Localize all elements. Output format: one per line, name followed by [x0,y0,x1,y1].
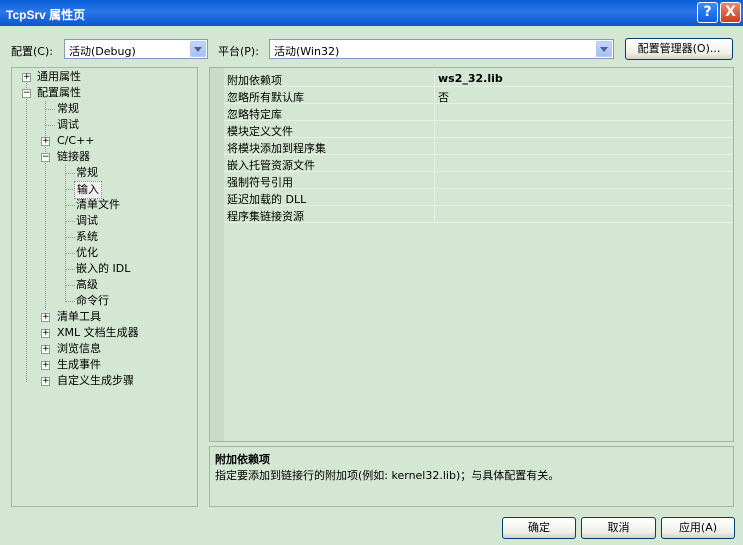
platform-select[interactable]: 活动(Win32) [269,39,614,59]
property-name: 延迟加载的 DLL [227,193,307,206]
tree-item-linker-advanced[interactable]: 高级 [76,277,98,293]
column-divider [434,104,435,121]
expand-icon[interactable]: + [41,313,50,322]
tree-item-linker-optimization[interactable]: 优化 [76,245,98,261]
property-row[interactable]: 程序集链接资源 [224,206,733,223]
config-label: 配置(C): [11,45,53,58]
tree-item-manifest-tool[interactable]: 清单工具 [57,309,101,325]
column-divider [434,70,435,87]
property-row[interactable]: 忽略特定库 [224,104,733,121]
column-divider [434,206,435,223]
tree-item-linker[interactable]: 链接器 [57,149,90,165]
property-name: 强制符号引用 [227,176,293,189]
column-divider [434,87,435,104]
tree-line [65,173,75,174]
tree-item-cpp[interactable]: C/C++ [57,133,95,149]
tree-line [65,301,75,302]
tree-item-linker-general[interactable]: 常规 [76,165,98,181]
collapse-icon[interactable]: − [22,89,31,98]
property-name: 附加依赖项 [227,74,282,87]
expand-icon[interactable]: + [41,329,50,338]
cancel-button[interactable]: 取消 [581,517,656,539]
tree-item-general-props[interactable]: 通用属性 [37,69,81,85]
expand-icon[interactable]: + [22,73,31,82]
tree-line [45,125,55,126]
tree-item-browse-info[interactable]: 浏览信息 [57,341,101,357]
column-divider [434,172,435,189]
grid-gutter [210,68,224,441]
property-tree: + 通用属性 − 配置属性 常规 调试 + C/C++ − 链接器 常规 输入 … [11,67,198,507]
platform-label: 平台(P): [218,45,259,58]
tree-item-build-events[interactable]: 生成事件 [57,357,101,373]
collapse-icon[interactable]: − [41,153,50,162]
tree-line [65,269,75,270]
property-row[interactable]: 附加依赖项 ws2_32.lib [224,70,733,87]
tree-item-debugging[interactable]: 调试 [57,117,79,133]
config-manager-button[interactable]: 配置管理器(O)... [625,38,733,60]
tree-item-linker-idl[interactable]: 嵌入的 IDL [76,261,130,277]
expand-icon[interactable]: + [41,377,50,386]
tree-item-xml-doc[interactable]: XML 文档生成器 [57,325,139,341]
property-row[interactable]: 强制符号引用 [224,172,733,189]
description-title: 附加依赖项 [215,453,270,466]
tree-line [65,205,75,206]
property-grid: 附加依赖项 ws2_32.lib 忽略所有默认库 否 忽略特定库 模块定义文件 … [209,67,734,442]
property-row[interactable]: 模块定义文件 [224,121,733,138]
tree-item-linker-system[interactable]: 系统 [76,229,98,245]
property-name: 忽略所有默认库 [227,91,304,104]
chevron-down-icon[interactable] [190,41,206,57]
title-bar: TcpSrv 属性页 ? X [0,0,743,26]
property-row[interactable]: 嵌入托管资源文件 [224,155,733,172]
config-select[interactable]: 活动(Debug) [64,39,208,59]
property-name: 嵌入托管资源文件 [227,159,315,172]
description-text: 指定要添加到链接行的附加项(例如: kernel32.lib)；与具体配置有关。 [215,469,560,482]
help-button[interactable]: ? [697,2,718,23]
expand-icon[interactable]: + [41,345,50,354]
window-title: TcpSrv 属性页 [6,8,86,22]
tree-item-general[interactable]: 常规 [57,101,79,117]
column-divider [434,138,435,155]
column-divider [434,121,435,138]
column-divider [434,189,435,206]
property-row[interactable]: 延迟加载的 DLL [224,189,733,206]
property-name: 程序集链接资源 [227,210,304,223]
tree-line [45,101,46,310]
tree-line [65,221,75,222]
chevron-down-icon[interactable] [596,41,612,57]
tree-item-linker-manifest[interactable]: 清单文件 [76,197,120,213]
tree-line [65,253,75,254]
property-name: 将模块添加到程序集 [227,142,326,155]
expand-icon[interactable]: + [41,137,50,146]
tree-item-linker-debugging[interactable]: 调试 [76,213,98,229]
apply-button[interactable]: 应用(A) [661,517,735,539]
property-value[interactable]: 否 [438,89,449,105]
tree-line [26,77,27,382]
tree-line [45,109,55,110]
expand-icon[interactable]: + [41,361,50,370]
description-panel: 附加依赖项 指定要添加到链接行的附加项(例如: kernel32.lib)；与具… [209,446,734,507]
config-select-value: 活动(Debug) [69,45,136,58]
ok-button[interactable]: 确定 [502,517,576,539]
column-divider [434,155,435,172]
close-button[interactable]: X [720,2,741,23]
property-row[interactable]: 将模块添加到程序集 [224,138,733,155]
tree-line [65,285,75,286]
property-value[interactable]: ws2_32.lib [438,72,503,85]
tree-item-config-props[interactable]: 配置属性 [37,85,81,101]
property-name: 模块定义文件 [227,125,293,138]
tree-item-custom-build[interactable]: 自定义生成步骤 [57,373,134,389]
property-row[interactable]: 忽略所有默认库 否 [224,87,733,104]
property-name: 忽略特定库 [227,108,282,121]
tree-line [65,237,75,238]
platform-select-value: 活动(Win32) [274,45,340,58]
tree-item-linker-cmdline[interactable]: 命令行 [76,293,109,309]
tree-line [65,165,66,302]
